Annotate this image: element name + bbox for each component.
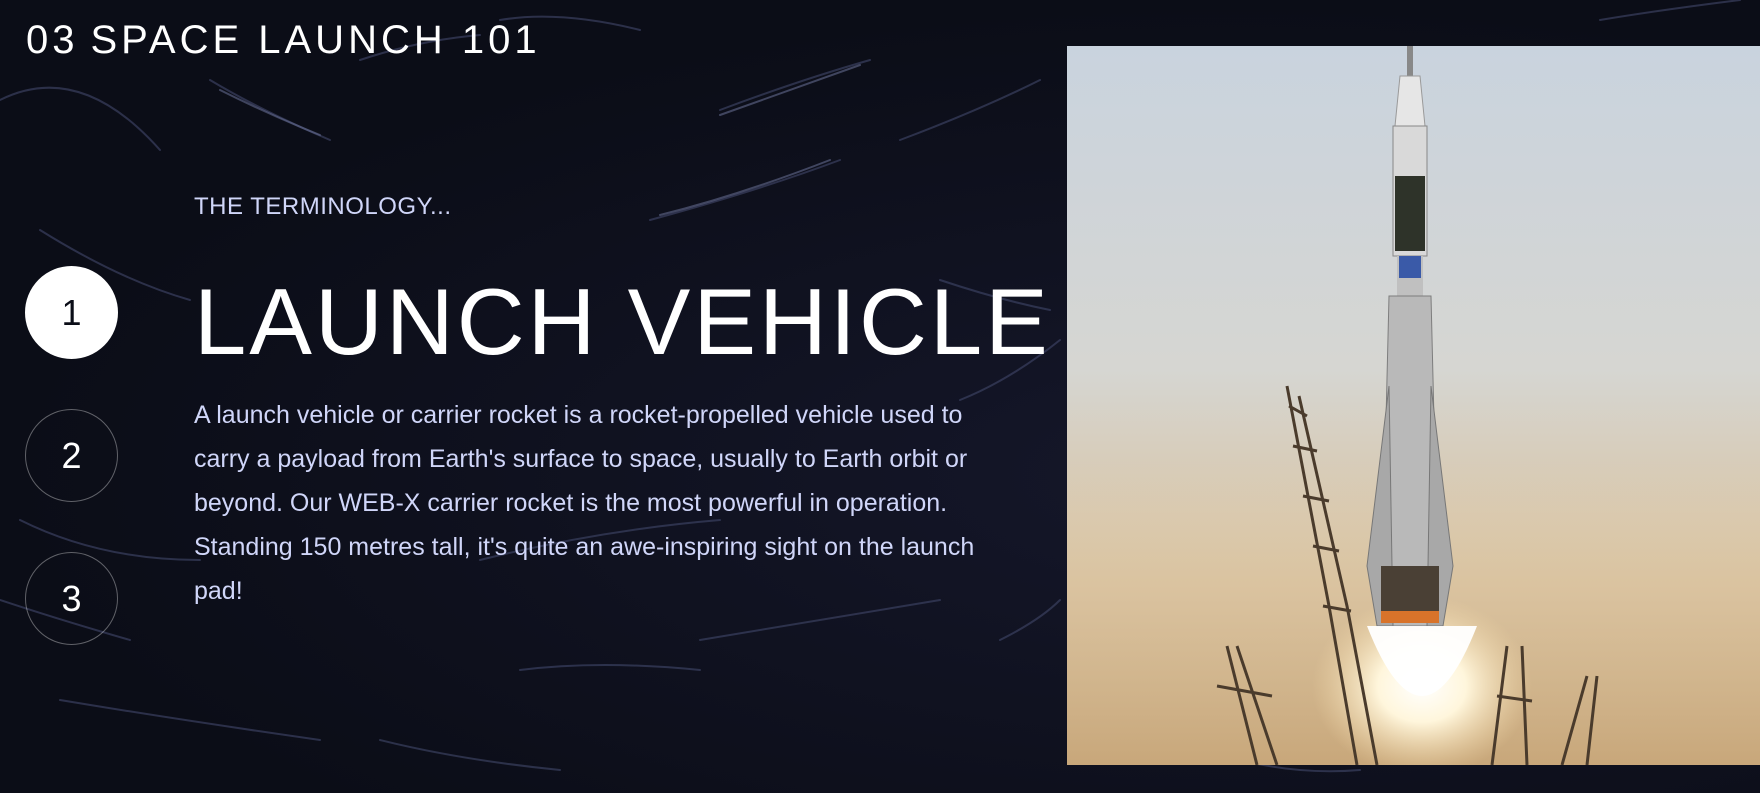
page-title-text: SPACE LAUNCH 101 xyxy=(90,18,541,62)
step-button-2[interactable]: 2 xyxy=(25,409,118,502)
terminology-subheading: THE TERMINOLOGY... xyxy=(194,193,452,220)
rocket-launch-illustration xyxy=(1067,46,1760,765)
step-button-3[interactable]: 3 xyxy=(25,552,118,645)
step-navigation: 1 2 3 xyxy=(25,266,118,695)
step-button-1[interactable]: 1 xyxy=(25,266,118,359)
page-title: 03 SPACE LAUNCH 101 xyxy=(26,18,541,63)
page-title-number: 03 xyxy=(26,18,79,62)
vehicle-heading: LAUNCH VEHICLE xyxy=(194,269,1051,374)
vehicle-description: A launch vehicle or carrier rocket is a … xyxy=(194,401,975,605)
rocket-launch-image xyxy=(1067,46,1760,765)
